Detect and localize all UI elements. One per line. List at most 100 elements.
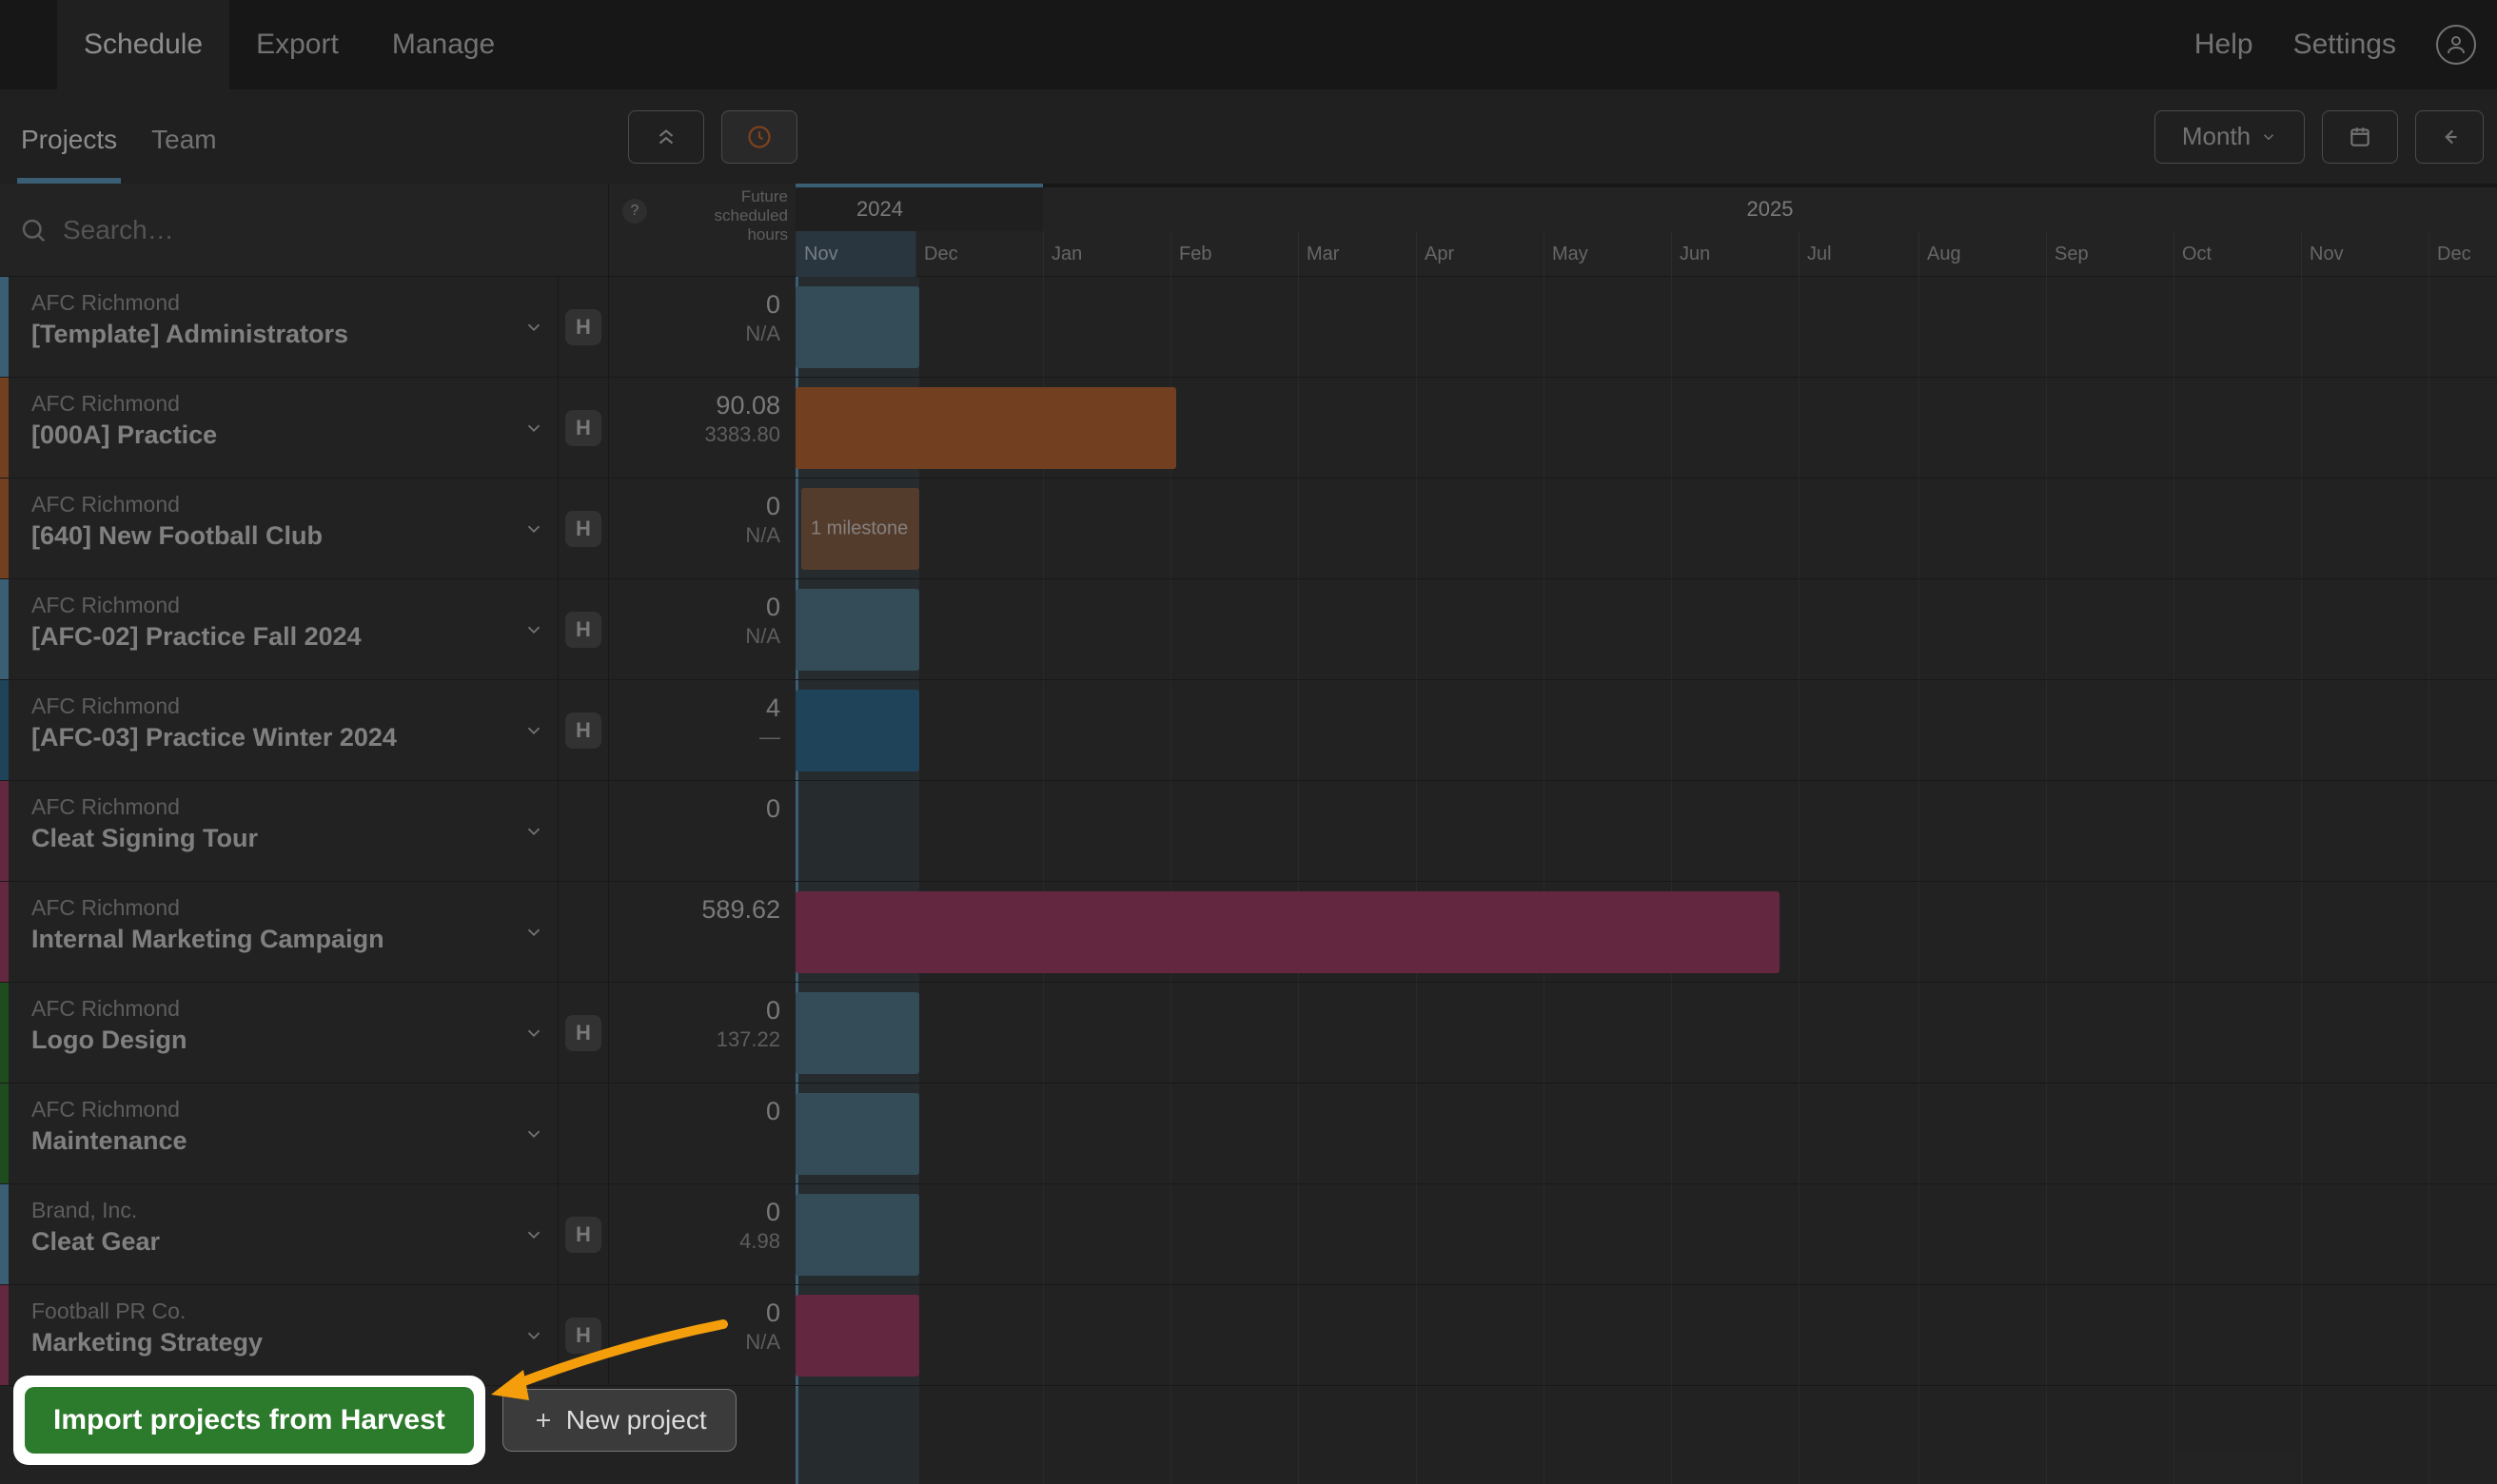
allocation-bar[interactable] (796, 1295, 919, 1377)
project-hours: 0 (609, 492, 780, 521)
month-feb-3[interactable]: Feb (1170, 231, 1298, 277)
month-jun-7[interactable]: Jun (1671, 231, 1799, 277)
timeline-grid[interactable]: AFC Richmond[Template] AdministratorsH0N… (0, 277, 2497, 1484)
project-hours-cell: 0 (609, 1084, 796, 1183)
month-may-6[interactable]: May (1543, 231, 1671, 277)
project-lane[interactable] (796, 680, 2497, 780)
project-row[interactable]: AFC Richmond[640] New Football ClubH0N/A… (0, 478, 2497, 579)
help-link[interactable]: Help (2194, 29, 2253, 61)
allocation-bar[interactable] (796, 1093, 919, 1175)
month-aug-9[interactable]: Aug (1918, 231, 2046, 277)
month-apr-5[interactable]: Apr (1416, 231, 1543, 277)
project-row[interactable]: Football PR Co.Marketing StrategyH0N/A (0, 1285, 2497, 1386)
allocation-bar[interactable] (796, 589, 919, 671)
project-meta[interactable]: Brand, Inc.Cleat Gear (9, 1184, 558, 1284)
allocation-bar[interactable] (796, 992, 919, 1074)
project-hours-cell: 4— (609, 680, 796, 780)
tab-export[interactable]: Export (229, 0, 365, 89)
project-color-stripe (0, 882, 9, 982)
project-lane[interactable] (796, 882, 2497, 982)
expand-caret-icon[interactable] (523, 518, 544, 544)
year-2024[interactable]: 2024 (796, 184, 1043, 231)
project-row[interactable]: AFC Richmond[AFC-03] Practice Winter 202… (0, 680, 2497, 781)
month-jul-8[interactable]: Jul (1799, 231, 1918, 277)
project-meta[interactable]: Football PR Co.Marketing Strategy (9, 1285, 558, 1385)
expand-caret-icon[interactable] (523, 418, 544, 443)
harvest-badge-icon: H (565, 410, 601, 446)
harvest-badge-col: H (558, 1184, 609, 1284)
project-row[interactable]: AFC Richmond[AFC-02] Practice Fall 2024H… (0, 579, 2497, 680)
allocation-bar[interactable]: 1 milestone (801, 488, 919, 570)
expand-caret-icon[interactable] (523, 317, 544, 342)
project-meta[interactable]: AFC Richmond[640] New Football Club (9, 478, 558, 578)
month-oct-11[interactable]: Oct (2173, 231, 2301, 277)
help-tooltip-icon[interactable]: ? (622, 199, 647, 224)
calendar-icon (2348, 125, 2372, 149)
allocation-bar[interactable] (796, 387, 1176, 469)
month-nov-12[interactable]: Nov (2301, 231, 2428, 277)
expand-caret-icon[interactable] (523, 922, 544, 947)
year-2025[interactable]: 2025 (1043, 184, 2497, 231)
allocation-bar[interactable] (796, 891, 1779, 973)
project-lane[interactable] (796, 579, 2497, 679)
zoom-label: Month (2182, 122, 2251, 151)
expand-caret-icon[interactable] (523, 619, 544, 645)
timeline-header: ? Future scheduled hours 2024 2025 NovDe… (609, 184, 2497, 277)
project-row[interactable]: AFC RichmondInternal Marketing Campaign5… (0, 882, 2497, 983)
project-row[interactable]: Brand, Inc.Cleat GearH04.98 (0, 1184, 2497, 1285)
project-meta[interactable]: AFC RichmondInternal Marketing Campaign (9, 882, 558, 982)
tab-schedule[interactable]: Schedule (57, 0, 229, 89)
zoom-month-dropdown[interactable]: Month (2154, 110, 2305, 164)
month-jan-2[interactable]: Jan (1043, 231, 1170, 277)
tab-manage[interactable]: Manage (365, 0, 521, 89)
project-hours-cell: 0N/A (609, 579, 796, 679)
month-mar-4[interactable]: Mar (1298, 231, 1416, 277)
subtab-projects[interactable]: Projects (21, 125, 117, 184)
expand-caret-icon[interactable] (523, 1224, 544, 1250)
project-lane[interactable] (796, 277, 2497, 377)
project-meta[interactable]: AFC Richmond[AFC-03] Practice Winter 202… (9, 680, 558, 780)
project-search-input[interactable] (63, 215, 589, 245)
expand-caret-icon[interactable] (523, 821, 544, 847)
collapse-all-button[interactable] (628, 110, 704, 164)
project-row[interactable]: AFC Richmond[Template] AdministratorsH0N… (0, 277, 2497, 378)
project-lane[interactable] (796, 1184, 2497, 1284)
project-lane[interactable] (796, 1285, 2497, 1385)
time-view-button[interactable] (721, 110, 797, 164)
project-meta[interactable]: AFC RichmondLogo Design (9, 983, 558, 1083)
settings-link[interactable]: Settings (2293, 29, 2396, 61)
project-row[interactable]: AFC RichmondMaintenance 0 (0, 1084, 2497, 1184)
month-sep-10[interactable]: Sep (2046, 231, 2173, 277)
allocation-bar[interactable] (796, 1194, 919, 1276)
project-row[interactable]: AFC RichmondCleat Signing Tour0 (0, 781, 2497, 882)
project-name: Cleat Gear (31, 1227, 548, 1257)
allocation-bar[interactable] (796, 286, 919, 368)
project-lane[interactable] (796, 983, 2497, 1083)
project-name: [640] New Football Club (31, 521, 548, 551)
scroll-left-button[interactable] (2415, 110, 2484, 164)
expand-caret-icon[interactable] (523, 1023, 544, 1048)
month-dec-1[interactable]: Dec (915, 231, 1043, 277)
today-button[interactable] (2322, 110, 2398, 164)
user-avatar-icon[interactable] (2436, 25, 2476, 65)
project-meta[interactable]: AFC RichmondCleat Signing Tour (9, 781, 558, 881)
project-client: AFC Richmond (31, 996, 548, 1022)
project-lane[interactable] (796, 378, 2497, 478)
harvest-badge-icon: H (565, 612, 601, 648)
project-lane[interactable]: 1 milestone (796, 478, 2497, 578)
month-nov-0[interactable]: Nov (796, 231, 915, 277)
project-meta[interactable]: AFC RichmondMaintenance (9, 1084, 558, 1183)
import-projects-button[interactable]: Import projects from Harvest (25, 1387, 474, 1454)
project-meta[interactable]: AFC Richmond[AFC-02] Practice Fall 2024 (9, 579, 558, 679)
month-dec-13[interactable]: Dec (2428, 231, 2497, 277)
allocation-bar[interactable] (796, 690, 919, 771)
subtab-team[interactable]: Team (151, 125, 216, 184)
project-row[interactable]: AFC Richmond[000A] PracticeH90.083383.80 (0, 378, 2497, 478)
project-meta[interactable]: AFC Richmond[Template] Administrators (9, 277, 558, 377)
project-meta[interactable]: AFC Richmond[000A] Practice (9, 378, 558, 478)
expand-caret-icon[interactable] (523, 720, 544, 746)
project-lane[interactable] (796, 1084, 2497, 1183)
expand-caret-icon[interactable] (523, 1123, 544, 1149)
project-row[interactable]: AFC RichmondLogo DesignH0137.22 (0, 983, 2497, 1084)
project-lane[interactable] (796, 781, 2497, 881)
